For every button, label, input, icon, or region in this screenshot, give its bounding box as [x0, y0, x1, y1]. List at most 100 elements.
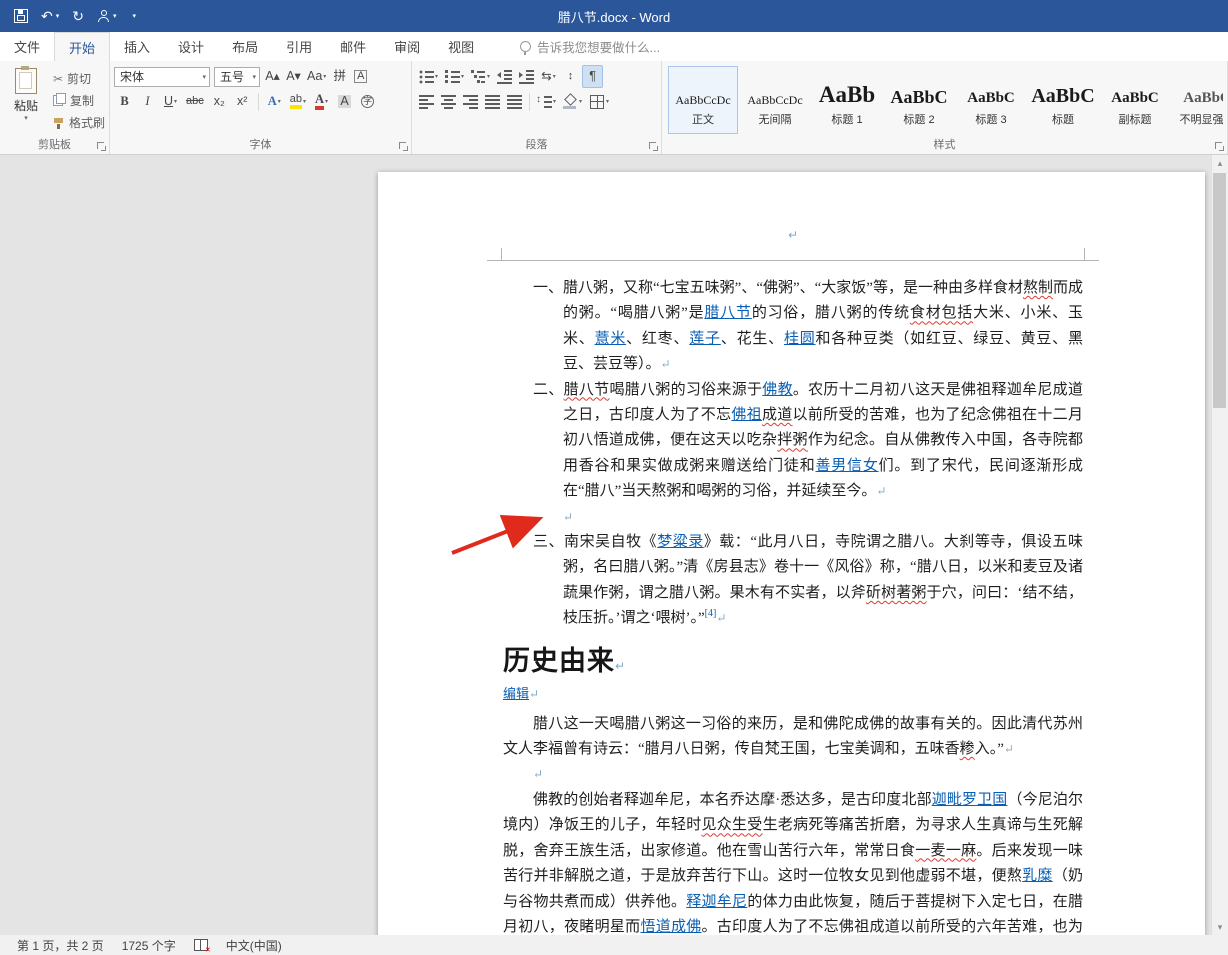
enclose-characters-button[interactable]: 字 [357, 90, 378, 113]
style-label: 正文 [692, 114, 714, 126]
shrink-font-button[interactable]: A▾ [283, 65, 304, 88]
doc-paragraph[interactable]: 三、南宋吴自牧《梦粱录》载：“此月八日，寺院谓之腊八。大刹等寺，俱设五味粥，名曰… [533, 530, 1083, 632]
tab-home[interactable]: 开始 [54, 32, 111, 61]
doc-paragraph[interactable]: 二、腊八节喝腊八粥的习俗来源于佛教。农历十二月初八这天是佛祖释迦牟尼成道之日，古… [533, 378, 1083, 505]
character-border-button[interactable]: A [350, 65, 371, 88]
doc-paragraph[interactable]: 佛教的创始者释迦牟尼，本名乔达摩·悉达多，是古印度北部迦毗罗卫国（今尼泊尔境内）… [503, 788, 1083, 935]
increase-indent-button[interactable] [516, 65, 537, 88]
asian-layout-icon: ⇆ [541, 69, 552, 84]
superscript-button[interactable]: x² [232, 90, 253, 113]
font-size-combo[interactable]: 五号 ▾ [214, 66, 260, 87]
page-indicator[interactable]: 第 1 页，共 2 页 [8, 935, 113, 955]
doc-hyperlink[interactable]: 桂圆 [784, 331, 816, 347]
style-card-无间隔[interactable]: AaBbCcDc 无间隔 [740, 66, 810, 134]
style-card-不明显强调[interactable]: AaBbC 不明显强调 [1172, 66, 1224, 134]
grow-font-button[interactable]: A▴ [262, 65, 283, 88]
doc-heading[interactable]: 历史由来↵ [503, 644, 1083, 683]
doc-hyperlink[interactable]: 腊八节 [704, 305, 751, 321]
tab-mailings[interactable]: 邮件 [326, 32, 380, 61]
style-card-标题 3[interactable]: AaBbC 标题 3 [956, 66, 1026, 134]
tab-view[interactable]: 视图 [434, 32, 488, 61]
font-name-combo[interactable]: 宋体 ▾ [114, 66, 210, 87]
phonetic-guide-button[interactable]: 拼 [329, 65, 350, 88]
doc-paragraph[interactable]: ↵ [503, 505, 1083, 530]
bold-button[interactable]: B [114, 90, 135, 113]
style-card-副标题[interactable]: AaBbC 副标题 [1100, 66, 1170, 134]
numbering-button[interactable]: ▾ [442, 65, 467, 88]
change-case-button[interactable]: Aa ▾ [304, 65, 329, 88]
doc-hyperlink[interactable]: 佛教 [762, 382, 793, 398]
doc-hyperlink[interactable]: 莲子 [689, 331, 721, 347]
style-card-标题 1[interactable]: AaBb 标题 1 [812, 66, 882, 134]
style-card-正文[interactable]: AaBbCcDc 正文 [668, 66, 738, 134]
tab-references[interactable]: 引用 [272, 32, 326, 61]
tell-me-box[interactable]: 告诉我您想要做什么... [520, 32, 660, 61]
doc-hyperlink[interactable]: 梦粱录 [657, 534, 704, 550]
justify-button[interactable] [482, 90, 503, 113]
page[interactable]: ↵ 一、腊八粥，又称“七宝五味粥”、“佛粥”、“大家饭”等，是一种由多样食材熬制… [378, 172, 1205, 935]
subscript-button[interactable]: x₂ [209, 90, 230, 113]
save-button[interactable] [14, 9, 28, 23]
underline-button[interactable]: U ▾ [160, 90, 181, 113]
language-indicator[interactable]: 中文(中国) [217, 935, 291, 955]
distribute-button[interactable] [504, 90, 525, 113]
ribbon-tab-row: 文件 开始 插入 设计 布局 引用 邮件 审阅 视图 告诉我您想要做什么... [0, 32, 1228, 61]
tab-file[interactable]: 文件 [0, 32, 54, 61]
word-count[interactable]: 1725 个字 [113, 935, 185, 955]
decrease-indent-button[interactable] [494, 65, 515, 88]
account-button[interactable]: ▾ [97, 10, 117, 22]
style-card-标题 2[interactable]: AaBbC 标题 2 [884, 66, 954, 134]
doc-paragraph[interactable]: ↵ [503, 762, 1083, 787]
strikethrough-button[interactable]: abc [183, 90, 207, 113]
doc-paragraph[interactable]: 一、腊八粥，又称“七宝五味粥”、“佛粥”、“大家饭”等，是一种由多样食材熬制而成… [533, 276, 1083, 378]
character-shading-button[interactable]: A [334, 90, 355, 113]
align-left-button[interactable] [416, 90, 437, 113]
doc-paragraph[interactable]: 腊八这一天喝腊八粥这一习俗的来历，是和佛陀成佛的故事有关的。因此清代苏州文人李福… [503, 712, 1083, 763]
doc-hyperlink[interactable]: 悟道成佛 [640, 919, 701, 935]
lightbulb-icon [520, 41, 532, 55]
sort-button[interactable]: ↕ [560, 65, 581, 88]
align-right-button[interactable] [460, 90, 481, 113]
doc-hyperlink[interactable]: 释迦牟尼 [686, 894, 747, 910]
edit-link[interactable]: 编辑 [503, 686, 529, 701]
dropdown-arrow-icon: ▾ [606, 99, 610, 105]
scrollbar-thumb[interactable] [1213, 173, 1226, 408]
redo-button[interactable]: ↻ [72, 9, 84, 23]
shading-button[interactable]: ▾ [560, 90, 585, 113]
doc-hyperlink[interactable]: 迦毗罗卫国 [932, 792, 1008, 808]
scroll-down-icon[interactable]: ▾ [1212, 919, 1228, 935]
customize-qat-button[interactable]: ▾ [130, 13, 137, 20]
paste-button[interactable]: 粘贴 ▾ [4, 64, 48, 138]
bullets-button[interactable]: ▾ [416, 65, 441, 88]
tab-design[interactable]: 设计 [164, 32, 218, 61]
doc-hyperlink[interactable]: 薏米 [595, 331, 627, 347]
align-center-button[interactable] [438, 90, 459, 113]
borders-button[interactable]: ▾ [586, 90, 612, 113]
proofing-status[interactable] [185, 935, 217, 955]
document-content[interactable]: 一、腊八粥，又称“七宝五味粥”、“佛粥”、“大家饭”等，是一种由多样食材熬制而 成… [503, 276, 1083, 935]
undo-button[interactable]: ↶ ▾ [41, 9, 59, 23]
style-preview: AaBbC [1183, 90, 1223, 106]
tab-review[interactable]: 审阅 [380, 32, 434, 61]
vertical-scrollbar[interactable]: ▴ ▾ [1211, 155, 1228, 935]
show-hide-marks-button[interactable]: ¶ [582, 65, 604, 88]
tab-insert[interactable]: 插入 [110, 32, 164, 61]
line-spacing-button[interactable]: ▾ [534, 90, 559, 113]
tab-layout[interactable]: 布局 [218, 32, 272, 61]
highlight-color-button[interactable]: ab ▾ [287, 90, 309, 113]
multilevel-list-button[interactable]: ▾ [468, 65, 493, 88]
doc-paragraph[interactable]: 编辑↵ [503, 685, 1083, 703]
italic-button[interactable]: I [137, 90, 158, 113]
format-painter-button[interactable]: 格式刷 [53, 114, 105, 131]
doc-hyperlink[interactable]: 善男信女 [815, 458, 878, 474]
text-effects-button[interactable]: A ▾ [264, 90, 285, 113]
doc-hyperlink[interactable]: 佛祖 [731, 407, 762, 423]
clipboard-group: 粘贴 ▾ ✂ 剪切 复制 格式刷 剪贴板 [0, 61, 110, 154]
cut-button[interactable]: ✂ 剪切 [53, 70, 105, 87]
font-color-button[interactable]: A ▾ [311, 90, 332, 113]
style-card-标题[interactable]: AaBbC 标题 [1028, 66, 1098, 134]
copy-button[interactable]: 复制 [52, 92, 105, 109]
scroll-up-icon[interactable]: ▴ [1212, 155, 1228, 171]
asian-layout-button[interactable]: ⇆ ▾ [538, 65, 559, 88]
doc-hyperlink[interactable]: 乳糜 [1022, 868, 1053, 884]
